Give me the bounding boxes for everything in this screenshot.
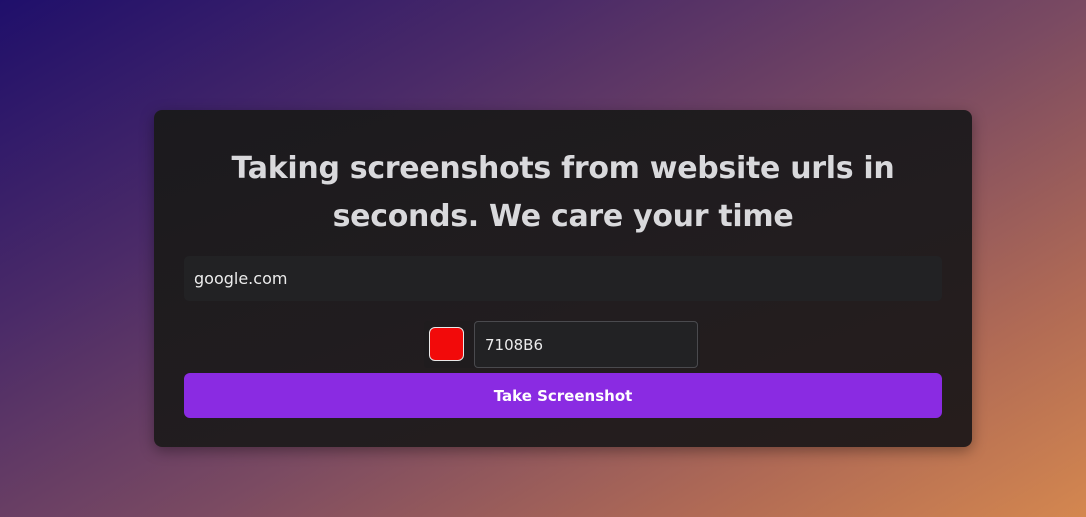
screenshot-form-card: Taking screenshots from website urls in … [154, 110, 972, 447]
color-swatch[interactable] [429, 327, 464, 361]
url-input[interactable] [184, 256, 942, 301]
color-picker-row [424, 321, 700, 368]
page-title: Taking screenshots from website urls in … [231, 151, 895, 234]
color-hex-input[interactable] [474, 321, 698, 368]
take-screenshot-button[interactable]: Take Screenshot [184, 373, 942, 418]
